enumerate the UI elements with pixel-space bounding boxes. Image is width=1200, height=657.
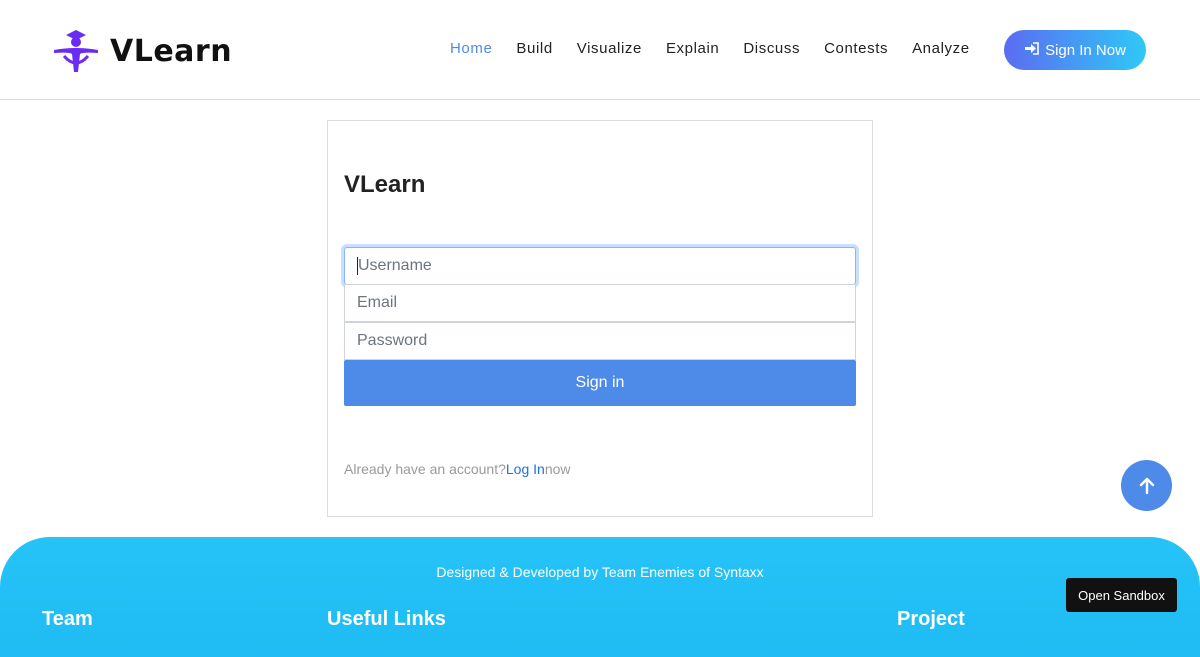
top-navbar: VLearn Home Build Visualize Explain Disc… xyxy=(0,0,1200,100)
username-placeholder: Username xyxy=(358,257,432,274)
nav-analyze[interactable]: Analyze xyxy=(900,40,982,57)
footer-heading-project: Project xyxy=(897,608,965,630)
password-placeholder: Password xyxy=(357,332,428,349)
brand-logo[interactable]: VLearn xyxy=(52,28,232,74)
main-nav: Home Build Visualize Explain Discuss Con… xyxy=(438,40,982,57)
footer-credit: Designed & Developed by Team Enemies of … xyxy=(436,564,764,580)
sign-in-button[interactable]: Sign in xyxy=(344,360,856,406)
nav-explain[interactable]: Explain xyxy=(654,40,731,57)
login-link[interactable]: Log In xyxy=(506,461,545,477)
login-prompt: Already have an account?Log Innow xyxy=(344,461,571,477)
open-sandbox-button[interactable]: Open Sandbox xyxy=(1066,578,1177,612)
nav-visualize[interactable]: Visualize xyxy=(565,40,654,57)
sign-in-now-button[interactable]: Sign In Now xyxy=(1004,30,1146,70)
nav-discuss[interactable]: Discuss xyxy=(731,40,812,57)
sign-in-icon xyxy=(1024,42,1039,58)
site-footer: Designed & Developed by Team Enemies of … xyxy=(0,537,1200,657)
now-text: now xyxy=(544,461,571,477)
email-placeholder: Email xyxy=(357,294,398,311)
password-input[interactable]: Password xyxy=(344,322,856,360)
footer-heading-team: Team xyxy=(42,608,93,630)
nav-home[interactable]: Home xyxy=(438,40,504,57)
sign-in-now-label: Sign In Now xyxy=(1045,41,1126,59)
email-input[interactable]: Email xyxy=(344,284,856,322)
footer-heading-useful-links: Useful Links xyxy=(327,608,446,630)
form-title: VLearn xyxy=(344,171,426,198)
nav-build[interactable]: Build xyxy=(504,40,564,57)
graduate-figure-icon xyxy=(54,30,98,72)
already-text: Already have an account? xyxy=(344,461,506,477)
username-input[interactable]: Username xyxy=(344,247,856,285)
scroll-to-top-button[interactable] xyxy=(1121,460,1172,511)
nav-contests[interactable]: Contests xyxy=(812,40,900,57)
arrow-up-icon xyxy=(1139,477,1154,494)
brand-name: VLearn xyxy=(110,33,233,69)
signup-card: VLearn Username Email Password Sign in A… xyxy=(327,120,873,517)
